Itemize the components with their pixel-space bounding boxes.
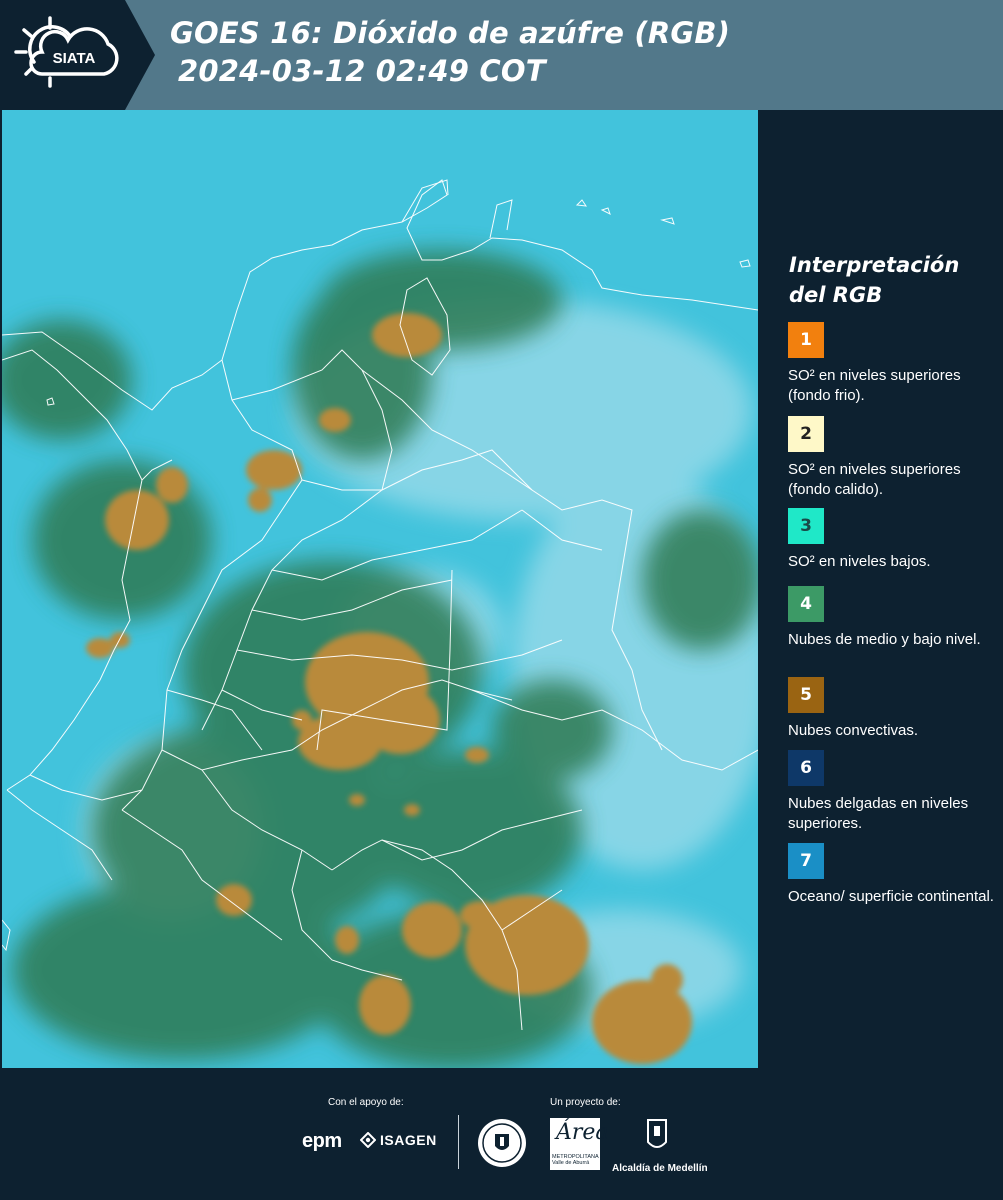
title-line-1: GOES 16: Dióxido de azúfre (RGB) — [170, 16, 731, 50]
legend-label-5: Nubes convectivas. — [788, 722, 919, 739]
header-bar: SIATA GOES 16: Dióxido de azúfre (RGB) 2… — [0, 0, 1003, 110]
isagen-logo-text: ISAGEN — [380, 1132, 437, 1148]
legend-number-1: 1 — [800, 330, 812, 350]
support-label: Con el apoyo de: — [328, 1097, 404, 1108]
legend-title-line-1: Interpretación — [789, 253, 960, 277]
alcaldia-logo: Alcaldía de Medellín — [612, 1118, 708, 1174]
legend-label-4: Nubes de medio y bajo nivel. — [788, 631, 981, 648]
legend-swatch-7: 7 — [788, 843, 824, 879]
alcaldia-name: Alcaldía de Medellín — [612, 1163, 708, 1174]
legend-swatch-1: 1 — [788, 322, 824, 358]
legend-number-2: 2 — [800, 424, 812, 444]
legend-swatch-2: 2 — [788, 416, 824, 452]
legend-title: Interpretación del RGB — [789, 250, 999, 310]
title-line-2: 2024-03-12 02:49 COT — [178, 54, 546, 88]
legend-item-2: 2 SO² en niveles superiores (fondo calid… — [788, 416, 998, 500]
alcaldia-shield-icon — [647, 1119, 667, 1148]
legend-item-5: 5 Nubes convectivas. — [788, 677, 998, 741]
legend-label-7: Oceano/ superficie continental. — [788, 888, 994, 905]
legend-item-4: 4 Nubes de medio y bajo nivel. — [788, 586, 998, 650]
legend-swatch-6: 6 — [788, 750, 824, 786]
isagen-icon — [360, 1132, 376, 1148]
legend-number-3: 3 — [800, 516, 812, 536]
legend-item-7: 7 Oceano/ superficie continental. — [788, 843, 998, 907]
footer: Con el apoyo de: Un proyecto de: epm ISA… — [0, 1070, 1003, 1200]
rgb-legend: Interpretación del RGB 1 SO² en niveles … — [760, 110, 1003, 1070]
amva-logo: Área METROPOLITANA Valle de Aburrá — [550, 1118, 609, 1170]
epm-logo: epm — [302, 1130, 342, 1153]
isagen-logo: ISAGEN — [360, 1132, 437, 1148]
amva-script: Área — [556, 1120, 609, 1145]
legend-item-6: 6 Nubes delgadas en niveles superiores. — [788, 750, 998, 834]
satellite-image — [2, 110, 758, 1068]
legend-swatch-5: 5 — [788, 677, 824, 713]
siata-logo: SIATA — [0, 0, 155, 110]
medellin-seal-icon — [478, 1119, 526, 1167]
amva-text-2: Valle de Aburrá — [552, 1160, 590, 1166]
page-title: GOES 16: Dióxido de azúfre (RGB) 2024-03… — [170, 14, 730, 90]
legend-label-6: Nubes delgadas en niveles superiores. — [788, 795, 969, 832]
legend-item-1: 1 SO² en niveles superiores (fondo frio)… — [788, 322, 998, 406]
sun-cloud-icon: SIATA — [14, 16, 119, 88]
project-label: Un proyecto de: — [550, 1097, 621, 1108]
legend-item-3: 3 SO² en niveles bajos. — [788, 508, 998, 572]
legend-number-7: 7 — [800, 851, 812, 871]
amva-text: METROPOLITANA Valle de Aburrá — [552, 1154, 599, 1166]
epm-logo-text: epm — [302, 1130, 342, 1152]
legend-number-5: 5 — [800, 685, 812, 705]
satellite-map — [2, 110, 758, 1068]
svg-text:SIATA: SIATA — [53, 50, 96, 67]
legend-number-4: 4 — [800, 594, 812, 614]
legend-swatch-4: 4 — [788, 586, 824, 622]
legend-label-3: SO² en niveles bajos. — [788, 553, 931, 570]
legend-swatch-3: 3 — [788, 508, 824, 544]
legend-label-1: SO² en niveles superiores (fondo frio). — [788, 367, 961, 404]
legend-label-2: SO² en niveles superiores (fondo calido)… — [788, 461, 961, 498]
legend-title-line-2: del RGB — [789, 283, 883, 307]
footer-divider — [458, 1115, 459, 1169]
legend-number-6: 6 — [800, 758, 812, 778]
